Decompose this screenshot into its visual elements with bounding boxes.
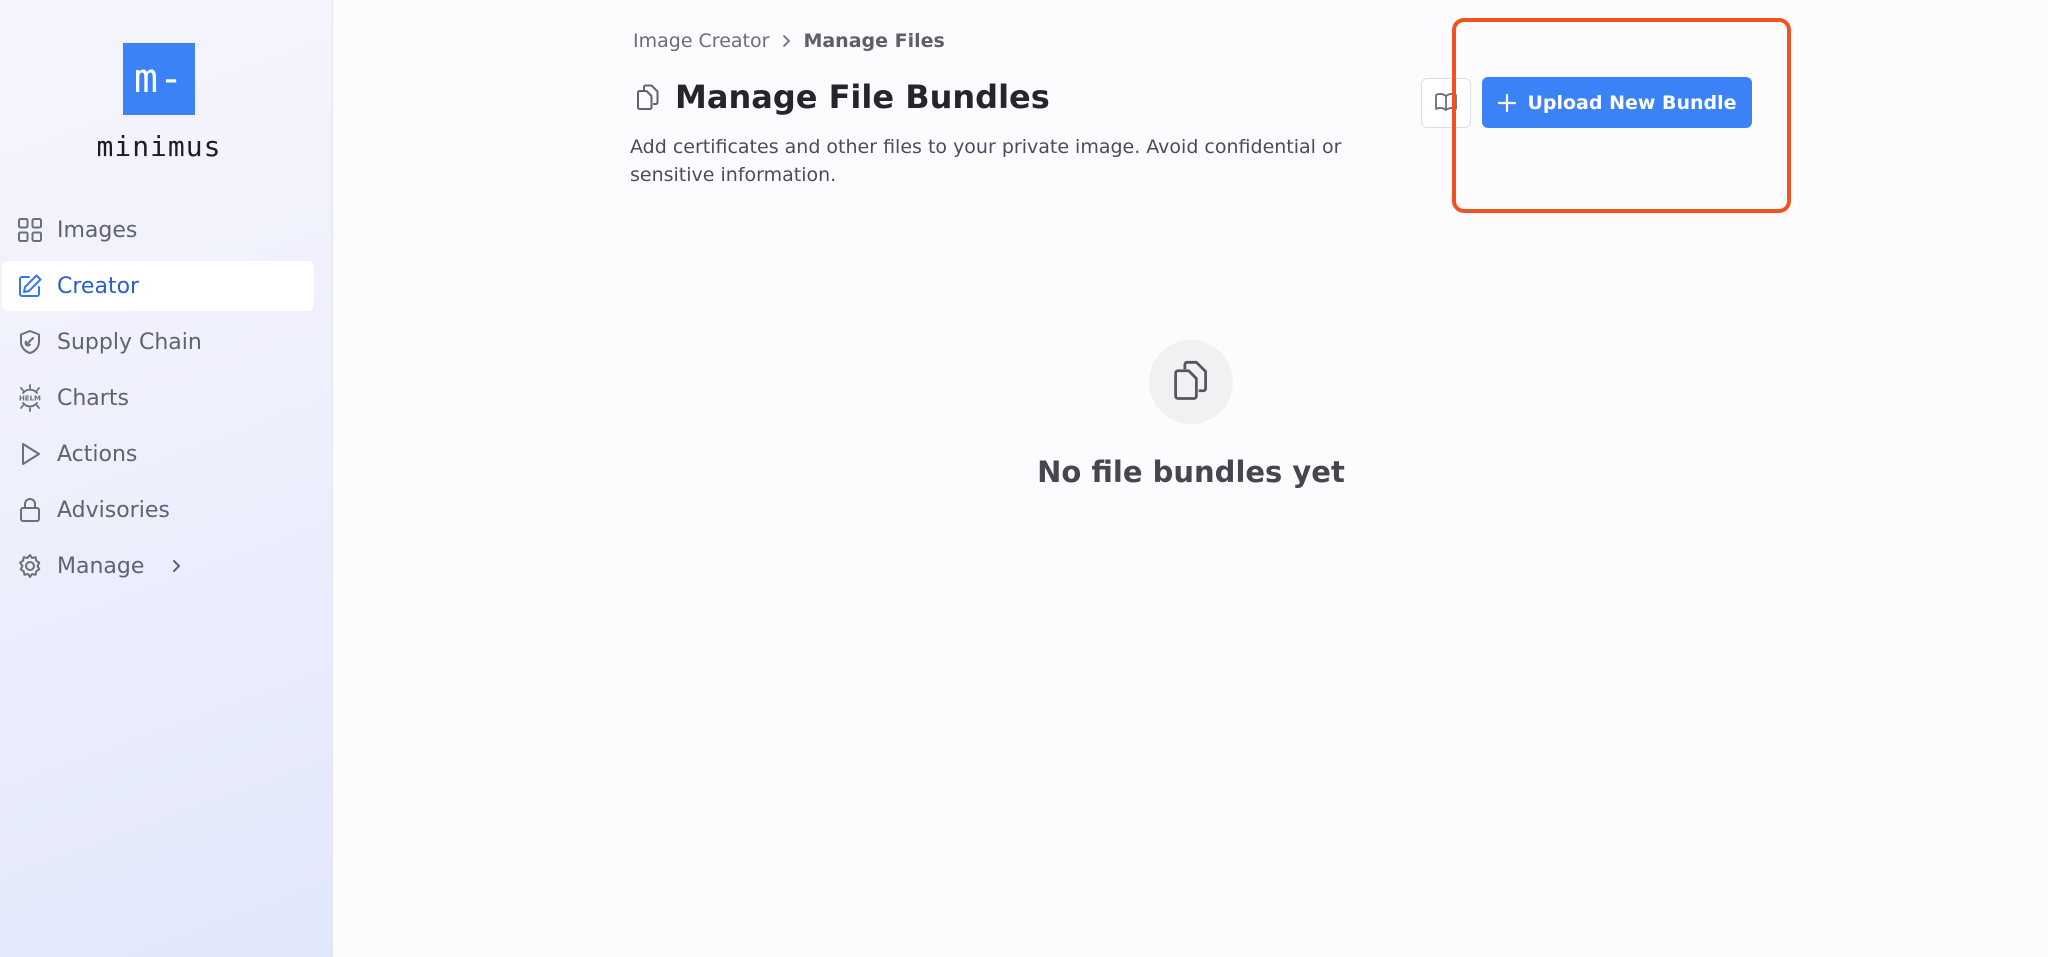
highlight-annotation [1452, 18, 1791, 213]
logo-text: minimus [96, 130, 222, 163]
page-header: Manage File Bundles [633, 78, 1050, 116]
edit-icon [15, 271, 45, 301]
play-icon [15, 439, 45, 469]
main-content: Image Creator Manage Files Manage File B… [333, 0, 2048, 957]
svg-text:HELM: HELM [19, 395, 41, 403]
sidebar-item-supply-chain[interactable]: Supply Chain [2, 317, 314, 367]
page-title: Manage File Bundles [675, 78, 1050, 116]
sidebar-item-label: Images [57, 217, 138, 243]
sidebar-item-images[interactable]: Images [2, 205, 314, 255]
sidebar-item-manage[interactable]: Manage [2, 541, 314, 591]
sidebar: m- minimus Images Creator Supply Chain H… [0, 0, 333, 957]
grid-icon [15, 215, 45, 245]
sidebar-item-label: Advisories [57, 497, 170, 523]
empty-state-message: No file bundles yet [1037, 455, 1345, 489]
sidebar-item-label: Creator [57, 273, 140, 299]
files-icon [1171, 358, 1211, 406]
empty-state-icon [1149, 340, 1233, 424]
sidebar-item-label: Manage [57, 553, 145, 579]
breadcrumb-current: Manage Files [803, 30, 945, 52]
files-icon [633, 82, 663, 112]
sidebar-item-label: Charts [57, 385, 129, 411]
sidebar-item-label: Supply Chain [57, 329, 202, 355]
gear-icon [15, 551, 45, 581]
helm-icon: HELM [15, 383, 45, 413]
logo-mark[interactable]: m- [123, 43, 195, 115]
chevron-right-icon[interactable] [168, 558, 184, 574]
chevron-right-icon [779, 34, 793, 48]
breadcrumb-parent-link[interactable]: Image Creator [633, 30, 769, 52]
sidebar-item-label: Actions [57, 441, 138, 467]
breadcrumb: Image Creator Manage Files [633, 30, 945, 52]
lock-icon [15, 495, 45, 525]
shield-link-icon [15, 327, 45, 357]
sidebar-item-advisories[interactable]: Advisories [2, 485, 314, 535]
page-description: Add certificates and other files to your… [630, 136, 1342, 186]
sidebar-item-actions[interactable]: Actions [2, 429, 314, 479]
sidebar-item-creator[interactable]: Creator [2, 261, 314, 311]
sidebar-item-charts[interactable]: HELM Charts [2, 373, 314, 423]
